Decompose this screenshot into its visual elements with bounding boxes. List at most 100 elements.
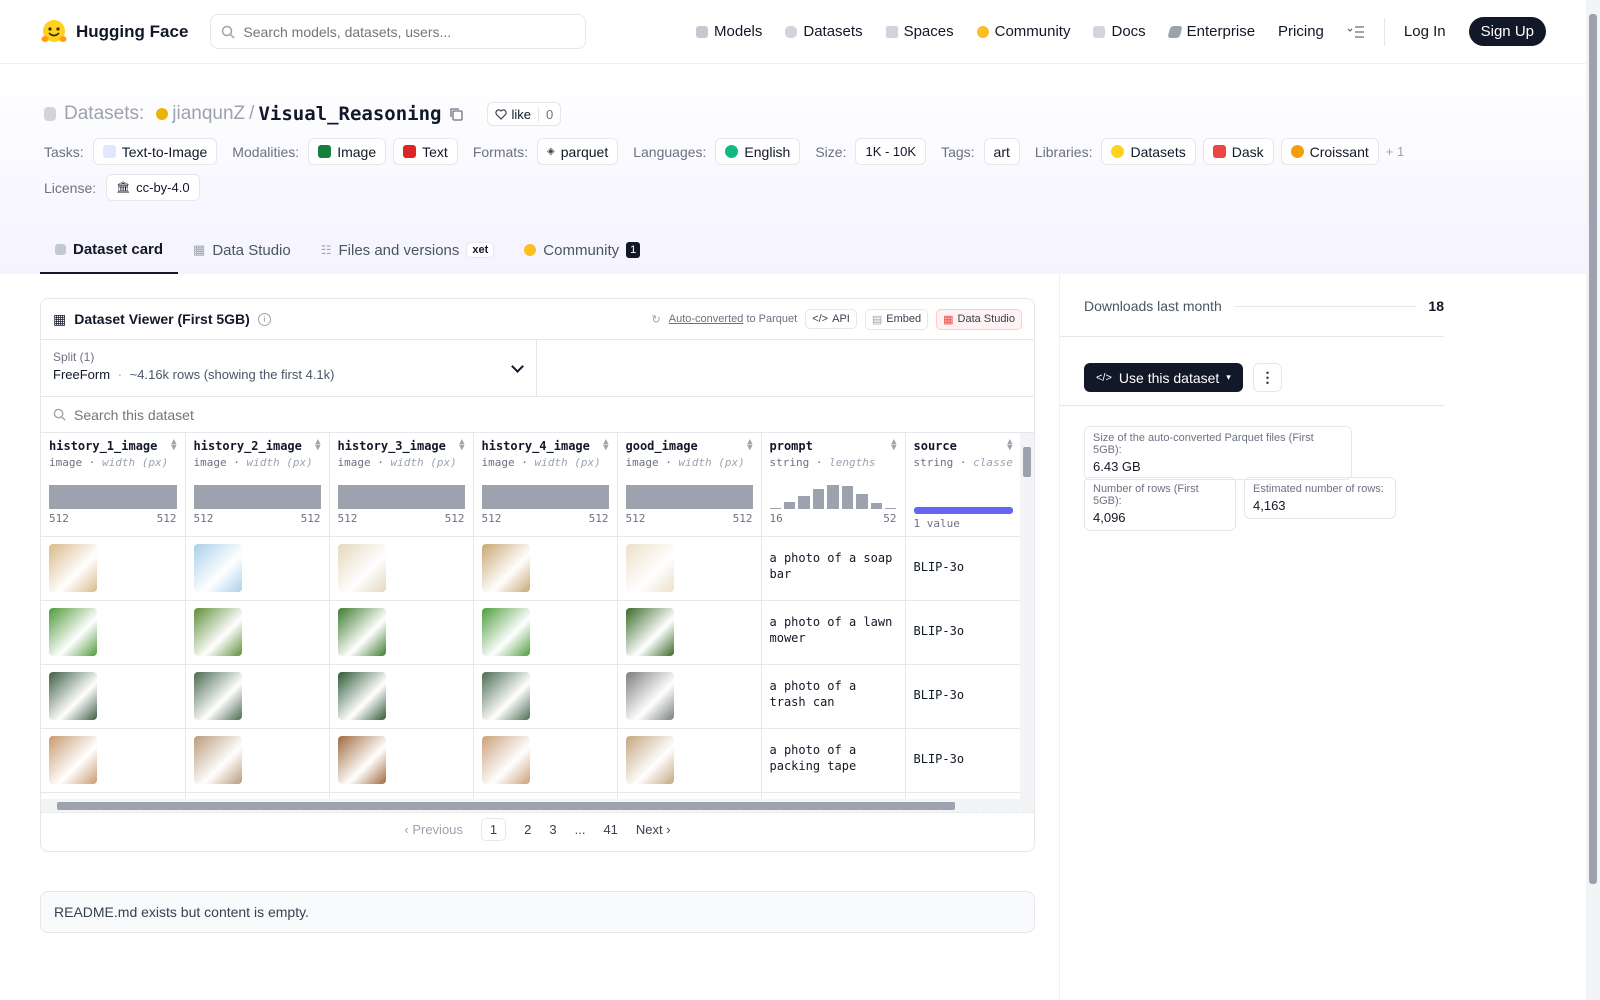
source-cell[interactable]: BLIP-3o bbox=[905, 664, 1022, 729]
table-horizontal-scrollbar-thumb[interactable] bbox=[57, 802, 955, 810]
histogram-bar[interactable] bbox=[841, 486, 854, 509]
sort-icon[interactable]: ▲ ▼ bbox=[459, 438, 464, 453]
nav-models[interactable]: Models bbox=[696, 23, 762, 40]
nav-community[interactable]: Community bbox=[976, 23, 1070, 40]
image-thumbnail[interactable] bbox=[49, 544, 97, 592]
use-this-dataset-button[interactable]: </> Use this dataset ▾ bbox=[1084, 363, 1243, 392]
tab-files-and-versions[interactable]: ☷ Files and versions xet bbox=[306, 226, 510, 274]
source-cell[interactable]: BLIP-3o bbox=[905, 600, 1022, 665]
sort-icon[interactable]: ▲ ▼ bbox=[747, 438, 752, 453]
dataset-name[interactable]: Visual_Reasoning bbox=[258, 103, 441, 125]
login-link[interactable]: Log In bbox=[1404, 23, 1446, 40]
image-thumbnail[interactable] bbox=[193, 544, 242, 592]
sort-icon[interactable]: ▲ ▼ bbox=[1007, 438, 1012, 453]
global-search[interactable] bbox=[210, 14, 587, 49]
sort-icon[interactable]: ▲ ▼ bbox=[603, 438, 608, 453]
tag-lib-croissant[interactable]: Croissant bbox=[1280, 138, 1379, 165]
tag-art[interactable]: art bbox=[983, 138, 1020, 165]
image-thumbnail[interactable] bbox=[625, 544, 674, 592]
image-cell[interactable] bbox=[617, 536, 762, 601]
histogram-bar[interactable] bbox=[870, 503, 882, 509]
info-icon[interactable]: i bbox=[257, 312, 271, 326]
sort-icon[interactable]: ▲ ▼ bbox=[171, 438, 176, 453]
column-header-history-2-image[interactable]: history_2_image ▲ ▼ image · width (px) 512… bbox=[185, 433, 330, 537]
page-scrollbar-thumb[interactable] bbox=[1589, 14, 1597, 884]
prompt-cell[interactable]: a photo of a lawn mower bbox=[761, 600, 906, 665]
image-cell[interactable] bbox=[329, 728, 474, 793]
image-thumbnail[interactable] bbox=[625, 608, 674, 656]
image-cell[interactable] bbox=[185, 664, 330, 729]
nav-datasets[interactable]: Datasets bbox=[785, 23, 863, 40]
prompt-cell[interactable]: a photo of a trash can bbox=[761, 664, 906, 729]
tag-format[interactable]: ◈ parquet bbox=[537, 138, 619, 165]
image-thumbnail[interactable] bbox=[193, 672, 242, 720]
image-cell[interactable] bbox=[185, 728, 330, 793]
image-cell[interactable] bbox=[617, 728, 762, 793]
prev-page-link[interactable]: ‹ Previous bbox=[404, 822, 463, 837]
image-thumbnail[interactable] bbox=[481, 544, 530, 592]
datasets-prefix[interactable]: Datasets: bbox=[64, 103, 144, 125]
page-1[interactable]: 1 bbox=[480, 817, 507, 841]
tag-license[interactable]: 🏛 cc-by-4.0 bbox=[106, 174, 200, 201]
tag-size[interactable]: 1K - 10K bbox=[855, 138, 927, 165]
column-header-prompt[interactable]: prompt ▲ ▼ string · lengths 16 52 bbox=[761, 433, 906, 537]
column-header-history-4-image[interactable]: history_4_image ▲ ▼ image · width (px) 512… bbox=[473, 433, 618, 537]
copy-icon[interactable] bbox=[449, 107, 464, 121]
image-cell[interactable] bbox=[329, 536, 474, 601]
page-3[interactable]: 3 bbox=[549, 822, 556, 837]
tag-language[interactable]: English bbox=[715, 138, 801, 165]
api-button[interactable]: </> API bbox=[805, 309, 857, 329]
image-thumbnail[interactable] bbox=[481, 608, 530, 656]
image-thumbnail[interactable] bbox=[193, 608, 242, 656]
image-thumbnail[interactable] bbox=[49, 672, 97, 720]
table-horizontal-scrollbar[interactable] bbox=[41, 799, 1034, 813]
like-button[interactable]: like 0 bbox=[487, 102, 562, 126]
histogram-bar[interactable] bbox=[769, 508, 781, 509]
dataset-search[interactable] bbox=[41, 397, 1034, 433]
dataset-search-input[interactable] bbox=[74, 406, 1022, 423]
image-thumbnail[interactable] bbox=[49, 608, 97, 656]
tag-modality-image[interactable]: Image bbox=[308, 138, 387, 165]
column-header-source[interactable]: source ▲▼ string · classes 1 value bbox=[905, 433, 1022, 537]
class-distribution-bar[interactable] bbox=[913, 507, 1013, 514]
histogram-bar[interactable] bbox=[885, 508, 897, 509]
table-vertical-scrollbar[interactable] bbox=[1020, 433, 1034, 799]
brand-logo[interactable]: Hugging Face bbox=[40, 18, 188, 46]
column-header-history-3-image[interactable]: history_3_image ▲ ▼ image · width (px) 512… bbox=[329, 433, 474, 537]
column-header-good-image[interactable]: good_image ▲ ▼ image · width (px) 512 512 bbox=[617, 433, 762, 537]
tab-community[interactable]: Community 1 bbox=[509, 226, 655, 274]
sort-icon[interactable]: ▲ ▼ bbox=[315, 438, 320, 453]
table-row[interactable]: a photo of a lawn mower BLIP-3o bbox=[41, 600, 1022, 665]
split-selector[interactable]: Split (1) FreeForm · ~4.16k rows (showin… bbox=[41, 340, 537, 396]
table-row[interactable]: a photo of a packing tape BLIP-3o bbox=[41, 728, 1022, 793]
prompt-cell[interactable]: a photo of a packing tape bbox=[761, 728, 906, 793]
table-vertical-scrollbar-thumb[interactable] bbox=[1023, 447, 1031, 477]
image-cell[interactable] bbox=[41, 728, 186, 793]
image-thumbnail[interactable] bbox=[481, 672, 530, 720]
table-row[interactable]: a photo of a trash can BLIP-3o bbox=[41, 664, 1022, 729]
page-2[interactable]: 2 bbox=[524, 822, 531, 837]
tab-dataset-card[interactable]: Dataset card bbox=[40, 226, 179, 274]
image-thumbnail[interactable] bbox=[625, 672, 674, 720]
histogram-bar[interactable] bbox=[827, 485, 839, 509]
next-page-link[interactable]: Next › bbox=[636, 822, 671, 837]
dataset-owner[interactable]: jianqunZ bbox=[172, 103, 245, 125]
more-tags-link[interactable]: + 1 bbox=[1386, 144, 1404, 159]
image-cell[interactable] bbox=[473, 728, 618, 793]
embed-button[interactable]: ▤ Embed bbox=[864, 308, 929, 330]
sort-icon[interactable]: ▲ ▼ bbox=[891, 438, 896, 453]
image-cell[interactable] bbox=[41, 664, 186, 729]
data-studio-button[interactable]: ▦ Data Studio bbox=[936, 308, 1022, 330]
nav-more-menu[interactable] bbox=[1347, 25, 1365, 38]
image-thumbnail[interactable] bbox=[625, 736, 674, 784]
image-thumbnail[interactable] bbox=[337, 544, 386, 592]
global-search-input[interactable] bbox=[243, 23, 576, 40]
histogram-bar[interactable] bbox=[798, 496, 810, 509]
column-header-history-1-image[interactable]: history_1_image ▲ ▼ image · width (px) 512… bbox=[41, 433, 186, 537]
tag-lib-dask[interactable]: Dask bbox=[1202, 138, 1274, 165]
image-cell[interactable] bbox=[185, 536, 330, 601]
image-cell[interactable] bbox=[473, 600, 618, 665]
image-thumbnail[interactable] bbox=[337, 608, 386, 656]
image-cell[interactable] bbox=[329, 600, 474, 665]
image-thumbnail[interactable] bbox=[193, 736, 242, 784]
